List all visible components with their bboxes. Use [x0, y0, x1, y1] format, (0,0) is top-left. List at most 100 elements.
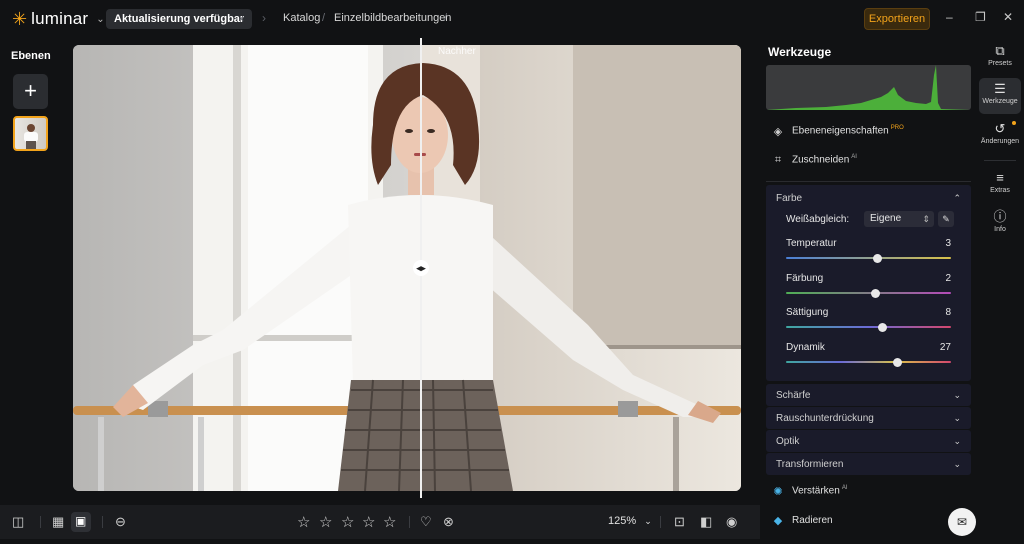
bottom-toolbar: ◫ ▦ ▣ ⊖ ☆ ☆ ☆ ☆ ☆ ♡ ⊗ 125% ⌄ ⊡ ◧ ◉: [0, 505, 760, 539]
layer-properties-label: Ebeneneigenschaften PRO: [792, 125, 904, 136]
eyedropper-button[interactable]: ✎: [938, 211, 954, 227]
sharpness-section[interactable]: Schärfe ⌄: [766, 384, 971, 406]
rail-info[interactable]: ⓘ Info: [979, 206, 1021, 242]
tint-value: 2: [945, 273, 951, 284]
heart-icon[interactable]: ♡: [420, 514, 432, 530]
star-4-icon[interactable]: ☆: [362, 513, 375, 531]
minimize-icon[interactable]: –: [946, 10, 953, 24]
white-balance-select[interactable]: Eigene ⇕: [864, 211, 934, 227]
more-options-icon[interactable]: ⊖: [115, 514, 126, 530]
chevron-up-icon[interactable]: ⌃: [953, 193, 961, 204]
noise-reduction-title: Rauschunterdrückung: [776, 413, 874, 424]
eraser-icon: ◆: [773, 514, 783, 527]
chevron-down-icon: ⌄: [953, 459, 961, 469]
rail-divider: [984, 160, 1016, 161]
add-layer-button[interactable]: +: [13, 74, 48, 109]
toolbar-divider: [40, 516, 41, 528]
photo-canvas[interactable]: [73, 45, 741, 491]
eyedropper-icon: ✎: [942, 214, 950, 224]
rail-changes-label: Änderungen: [980, 138, 1020, 145]
assistant-button[interactable]: ✉: [948, 508, 976, 536]
slider-knob[interactable]: [871, 288, 881, 298]
tint-label: Färbung: [786, 273, 824, 284]
enhance-row[interactable]: ✺ Verstärken AI: [772, 483, 847, 499]
update-available-button[interactable]: Aktualisierung verfügbar: [106, 9, 253, 29]
rail-tools[interactable]: ☰ Werkzeuge: [979, 78, 1021, 114]
color-section-title[interactable]: Farbe: [776, 193, 802, 204]
app-logo[interactable]: ✳ luminar ⌄: [12, 9, 105, 29]
layer-properties-row[interactable]: ◈ Ebeneneigenschaften PRO: [772, 123, 904, 139]
rail-extras[interactable]: ≡ Extras: [979, 167, 1021, 203]
erase-row[interactable]: ◆ Radieren: [772, 512, 833, 528]
noise-reduction-section[interactable]: Rauschunterdrückung ⌄: [766, 407, 971, 429]
fit-screen-icon[interactable]: ⊡: [674, 514, 685, 530]
saturation-slider[interactable]: [786, 322, 951, 332]
chevron-down-icon: ⌄: [953, 413, 961, 423]
layer-thumbnail[interactable]: [13, 116, 48, 151]
toolbar-divider: [409, 516, 410, 528]
restore-icon[interactable]: ❐: [975, 10, 986, 24]
star-5-icon[interactable]: ☆: [383, 513, 396, 531]
export-button[interactable]: Exportieren: [864, 8, 930, 30]
enhance-text: Verstärken: [792, 485, 840, 497]
slider-knob[interactable]: [877, 322, 887, 332]
optics-title: Optik: [776, 436, 800, 447]
reject-icon[interactable]: ⊗: [443, 514, 454, 530]
top-bar: ✳ luminar ⌄ Aktualisierung verfügbar ‹ ›…: [0, 0, 1024, 38]
star-3-icon[interactable]: ☆: [341, 513, 354, 531]
breadcrumb-separator: /: [322, 12, 326, 24]
tools-panel: Werkzeuge ◈ Ebeneneigenschaften PRO ⌗ Zus…: [760, 38, 976, 544]
tint-slider[interactable]: [786, 288, 951, 298]
eye-icon[interactable]: ◉: [726, 514, 737, 530]
grid-view-icon[interactable]: ▦: [52, 514, 64, 530]
vibrance-slider[interactable]: [786, 357, 951, 367]
compare-split-handle[interactable]: ◂▸: [413, 260, 429, 276]
logo-text: luminar: [31, 9, 89, 28]
transform-title: Transformieren: [776, 459, 844, 470]
transform-section[interactable]: Transformieren ⌄: [766, 453, 971, 475]
rail-info-label: Info: [994, 226, 1006, 233]
forward-arrow-icon[interactable]: ›: [262, 11, 266, 25]
saturation-label: Sättigung: [786, 307, 829, 318]
toolbar-divider: [660, 516, 661, 528]
list-icon: ≡: [996, 170, 1004, 185]
zoom-level[interactable]: 125% ⌄: [608, 515, 652, 527]
slider-knob[interactable]: [892, 357, 902, 367]
star-1-icon[interactable]: ☆: [297, 513, 310, 531]
ai-badge: AI: [841, 485, 848, 492]
rail-tools-label: Werkzeuge: [982, 98, 1018, 105]
optics-section[interactable]: Optik ⌄: [766, 430, 971, 452]
back-arrow-icon[interactable]: ‹: [240, 11, 244, 25]
presets-icon: ⧉: [995, 43, 1005, 58]
single-view-button[interactable]: ▣: [71, 512, 91, 532]
sidebar-toggle-icon[interactable]: ◫: [12, 514, 24, 530]
crop-label: Zuschneiden AI: [792, 154, 857, 165]
breadcrumb-single-edits[interactable]: Einzelbildbearbeitungen: [334, 12, 451, 24]
crop-text: Zuschneiden: [792, 154, 850, 166]
chevron-down-icon: ⌄: [644, 516, 652, 526]
rail-changes[interactable]: ↺ Änderungen: [979, 118, 1021, 154]
chevron-down-icon: ⌄: [96, 13, 105, 25]
sun-icon: ✳: [12, 9, 28, 29]
rail-presets[interactable]: ⧉ Presets: [979, 40, 1021, 76]
compare-icon[interactable]: ◧: [700, 514, 712, 530]
vibrance-value: 27: [939, 342, 951, 353]
image-icon: ▣: [75, 514, 87, 528]
slider-knob[interactable]: [872, 253, 882, 263]
select-arrows-icon: ⇕: [922, 214, 930, 224]
close-icon[interactable]: ✕: [1003, 10, 1013, 24]
chevron-down-icon: ⌄: [953, 390, 961, 400]
star-2-icon[interactable]: ☆: [319, 513, 332, 531]
pro-badge: PRO: [890, 125, 904, 132]
panel-divider: [766, 181, 971, 182]
histogram-graph: [766, 65, 971, 110]
breadcrumb-katalog[interactable]: Katalog: [283, 12, 320, 24]
thumb-head: [27, 124, 35, 132]
rail-extras-label: Extras: [990, 187, 1010, 194]
right-rail: ⧉ Presets ☰ Werkzeuge ↺ Änderungen ≡ Ext…: [976, 38, 1024, 544]
chat-icon: ✉: [956, 515, 968, 529]
after-label: Nachher: [438, 46, 476, 57]
crop-row[interactable]: ⌗ Zuschneiden AI: [772, 152, 857, 168]
temperature-slider[interactable]: [786, 253, 951, 263]
white-balance-value: Eigene: [870, 213, 902, 224]
